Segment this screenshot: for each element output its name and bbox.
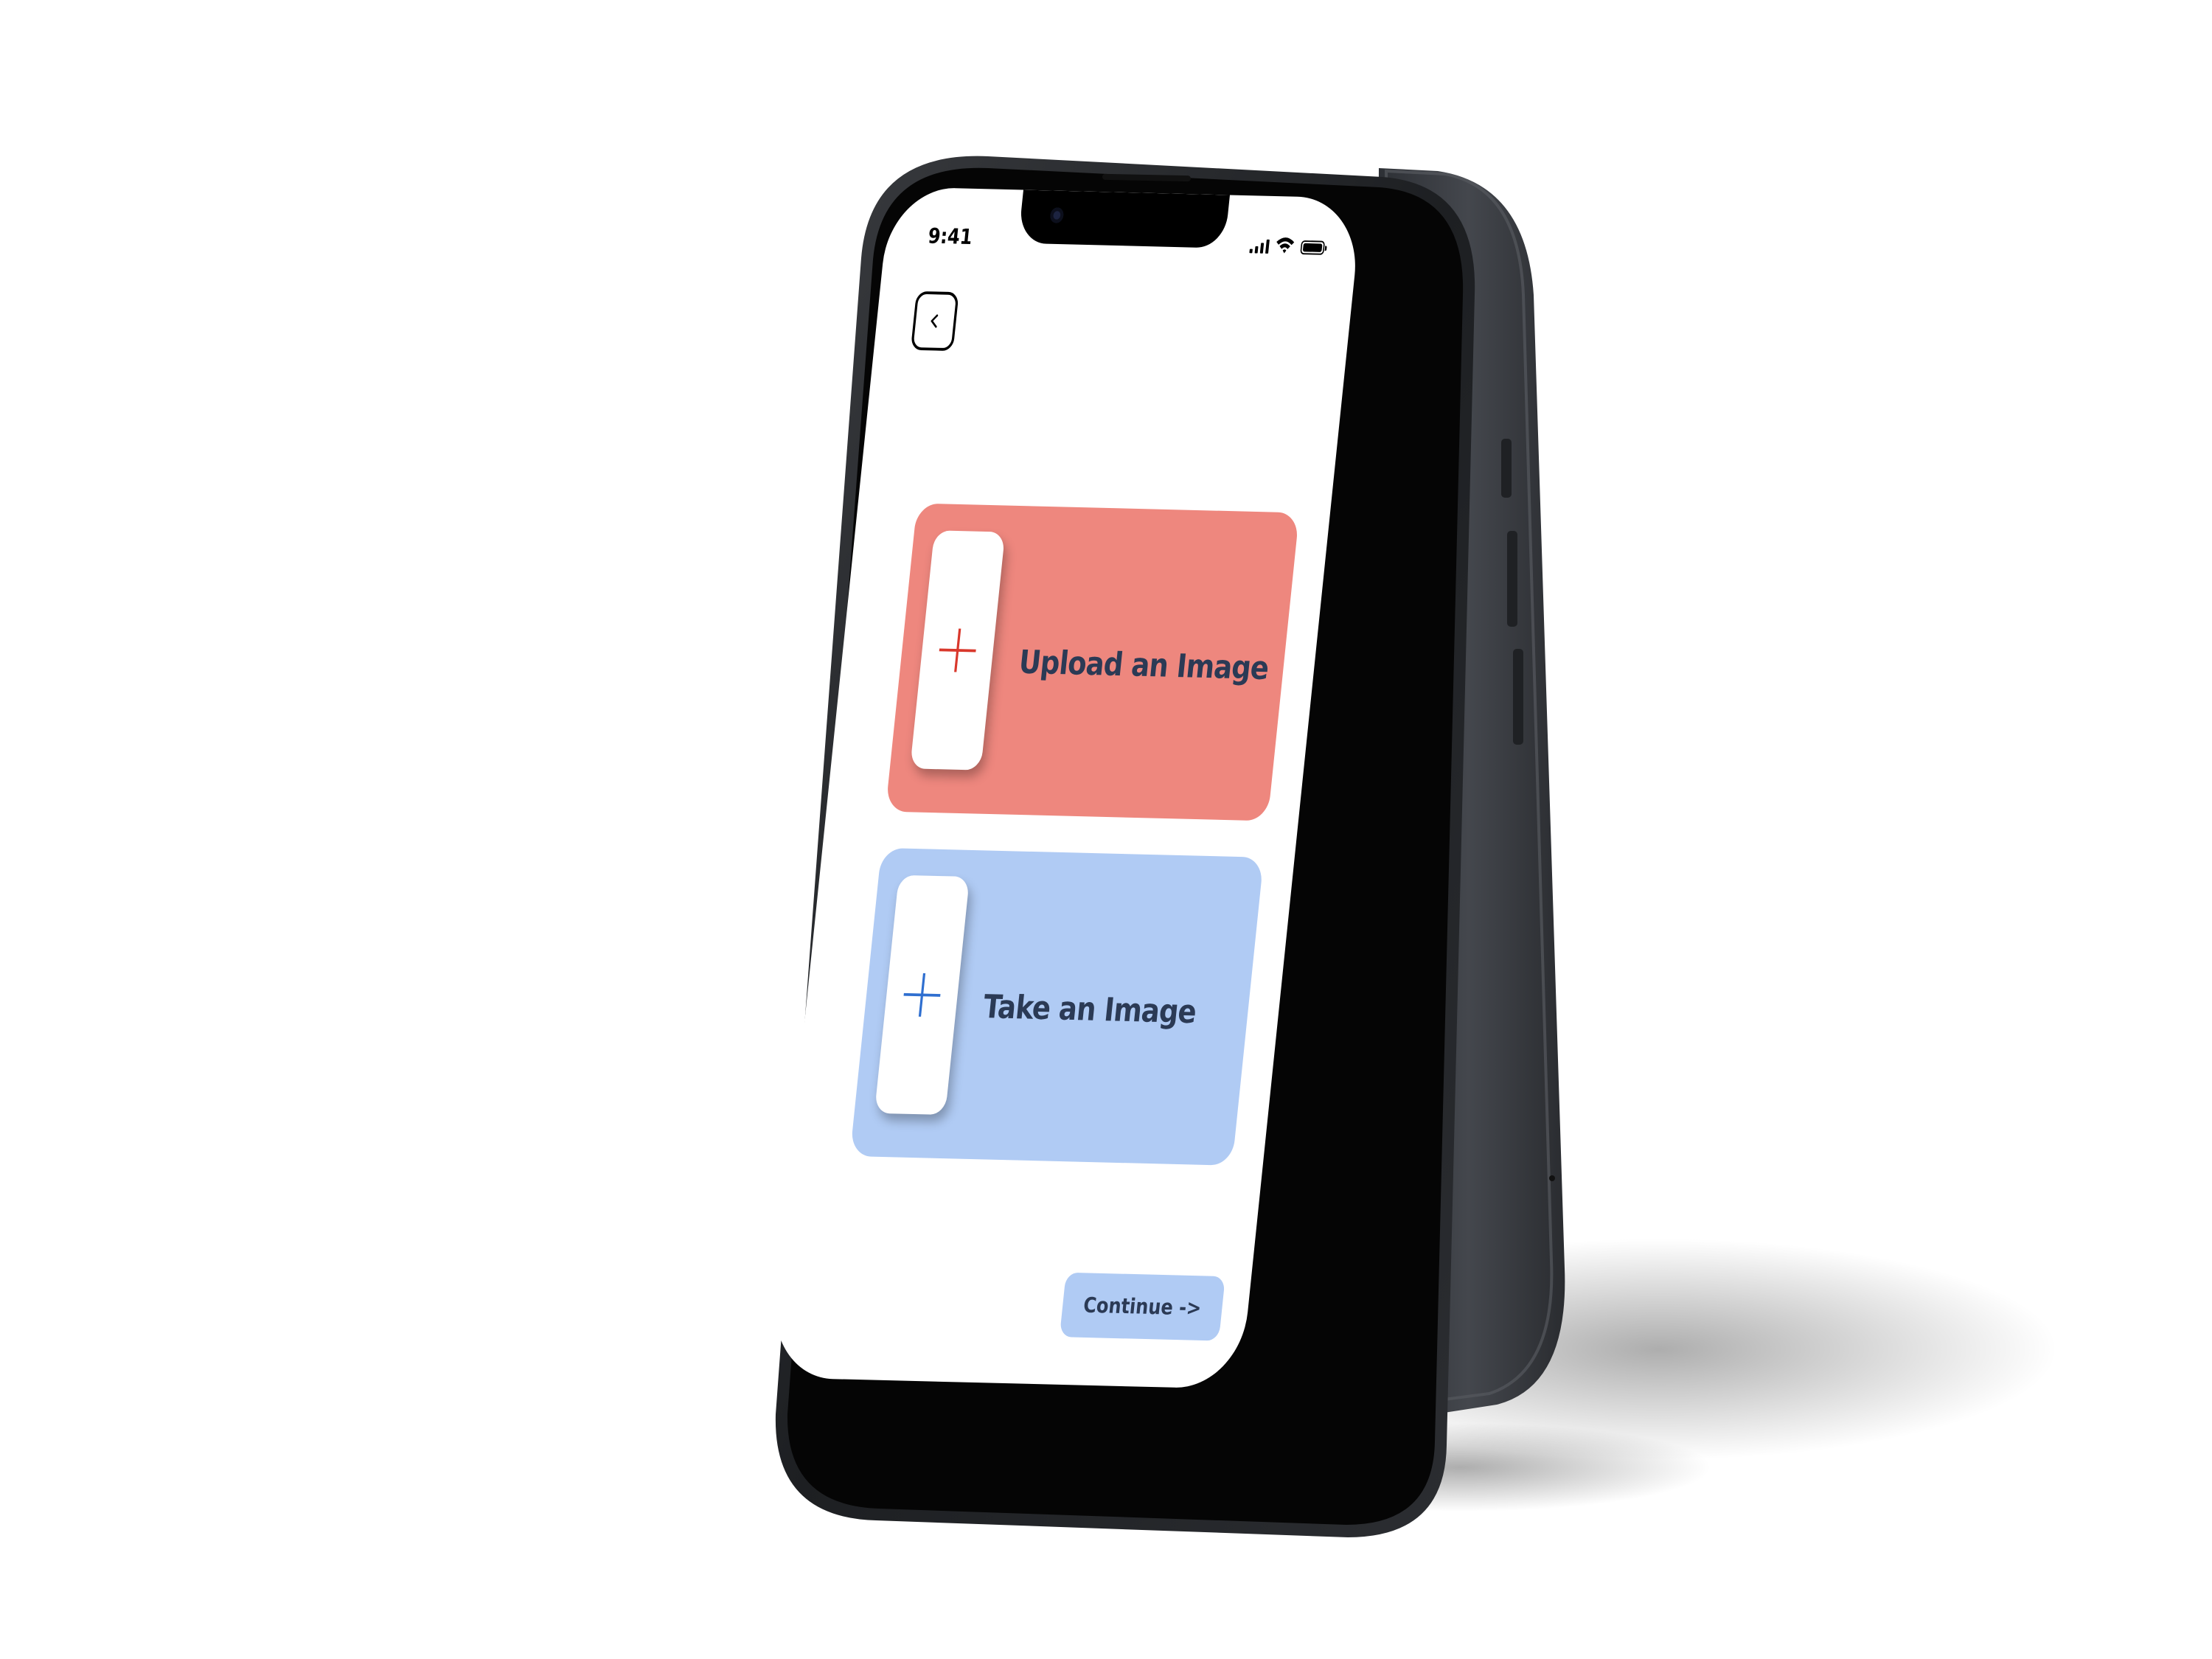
camera-notch <box>1018 189 1230 248</box>
side-button <box>1501 439 1512 498</box>
chevron-left-icon <box>931 314 939 328</box>
wifi-icon <box>1276 237 1295 254</box>
take-tile <box>874 874 970 1116</box>
side-button <box>1507 531 1517 627</box>
take-image-card[interactable]: Take an Image <box>849 847 1265 1166</box>
status-icons <box>1249 235 1326 255</box>
camera-icon <box>1049 207 1065 223</box>
upload-image-card[interactable]: Upload an Image <box>885 503 1300 821</box>
plus-icon <box>903 973 941 1017</box>
signal-icon <box>1249 237 1270 254</box>
mockup-scene: 9:41 Upload an Image Take an Image Conti… <box>0 0 2212 1659</box>
take-image-label: Take an Image <box>981 987 1198 1031</box>
side-button <box>1513 649 1523 745</box>
status-time: 9:41 <box>927 223 974 250</box>
upload-tile <box>910 530 1006 771</box>
back-button[interactable] <box>910 291 959 352</box>
plus-icon <box>939 628 976 672</box>
battery-icon <box>1300 240 1326 255</box>
continue-button[interactable]: Continue -> <box>1059 1272 1225 1341</box>
upload-image-label: Upload an Image <box>1017 642 1270 687</box>
